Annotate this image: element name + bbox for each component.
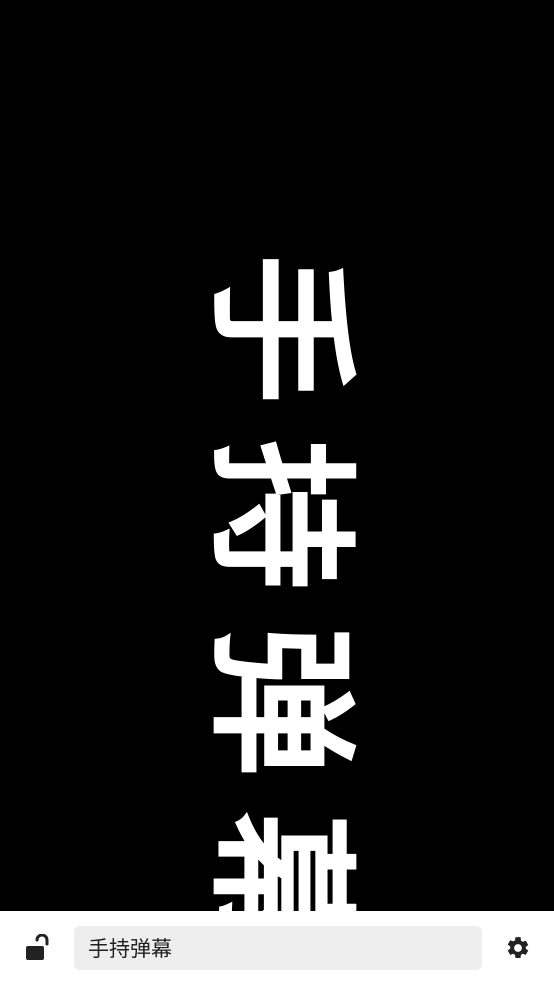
unlock-icon [26,934,49,960]
settings-button[interactable] [482,911,554,985]
danmaku-text: 手持弹幕 [192,254,366,911]
danmaku-display: 手持弹幕 [0,0,554,911]
danmaku-text-input[interactable] [74,926,482,970]
bottom-toolbar [0,911,554,985]
app-screen: 手持弹幕 [0,0,554,985]
gear-icon [507,937,529,958]
lock-toggle-button[interactable] [0,911,74,985]
